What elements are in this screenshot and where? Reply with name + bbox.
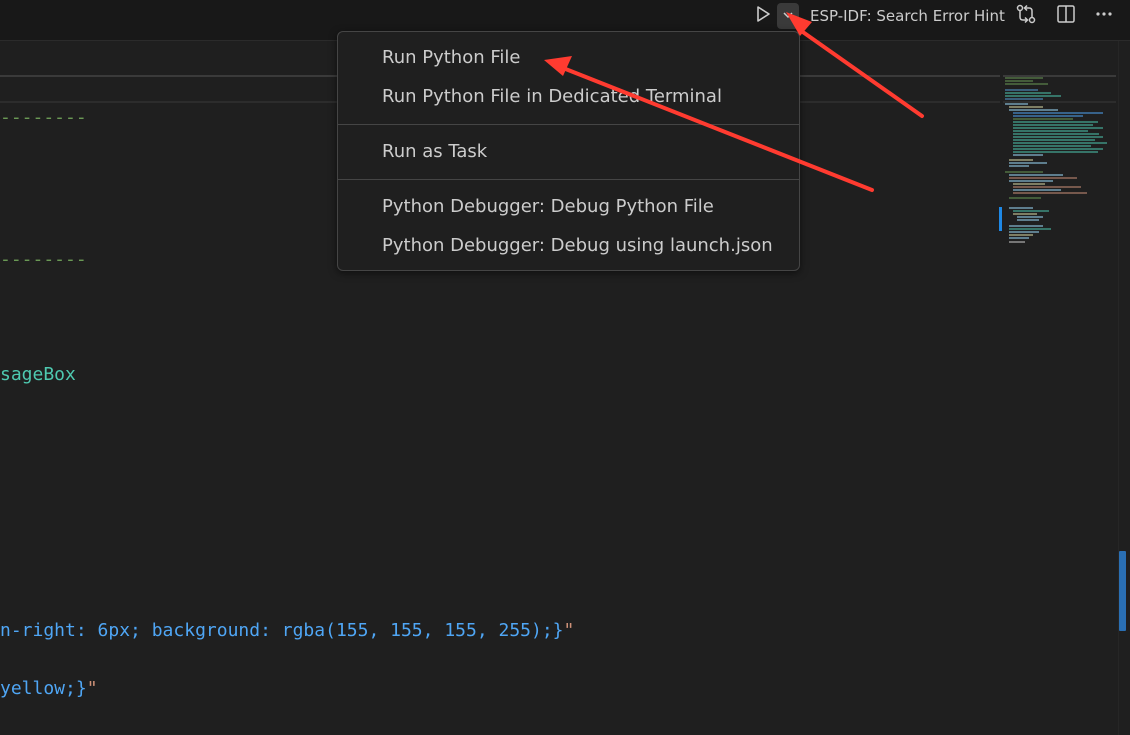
menu-item-run-python-file-dedicated-terminal[interactable]: Run Python File in Dedicated Terminal [382, 83, 722, 111]
menu-item-debug-using-launch-json[interactable]: Python Debugger: Debug using launch.json [382, 232, 773, 260]
code-string: n-right: 6px; background: rgba(155, 155,… [0, 620, 564, 641]
minimap-preview [1005, 77, 1107, 243]
more-actions-button[interactable] [1093, 5, 1115, 27]
menu-separator [338, 179, 799, 180]
code-line-comment-divider: -------- [0, 107, 87, 128]
code-line-comment-divider: -------- [0, 249, 87, 270]
code-quote: " [86, 678, 98, 699]
minimap[interactable] [1003, 74, 1113, 254]
minimap-change-marker [999, 207, 1002, 231]
split-editor-icon [1056, 4, 1076, 28]
vscode-window: ESP-IDF: Search Error Hint -------- ----… [0, 0, 1130, 735]
code-line-messagebox: sageBox [0, 364, 76, 385]
code-string: yellow;} [0, 678, 87, 699]
code-quote: " [563, 620, 575, 641]
compare-changes-button[interactable] [1015, 3, 1037, 29]
menu-item-run-python-file[interactable]: Run Python File [382, 44, 520, 72]
scrollbar-thumb[interactable] [1119, 551, 1126, 631]
run-python-file-button[interactable] [752, 5, 774, 27]
play-icon [754, 5, 772, 27]
menu-item-debug-python-file[interactable]: Python Debugger: Debug Python File [382, 193, 714, 221]
menu-item-run-as-task[interactable]: Run as Task [382, 138, 487, 166]
split-editor-button[interactable] [1055, 5, 1077, 27]
code-line-stylesheet-yellow: yellow;}" [0, 678, 98, 700]
git-compare-icon [1015, 3, 1037, 29]
chevron-down-icon [781, 7, 795, 26]
menu-separator [338, 124, 799, 125]
esp-idf-search-error-hint-button[interactable]: ESP-IDF: Search Error Hint [810, 6, 1005, 26]
more-actions-icon [1094, 4, 1114, 28]
run-options-dropdown-button[interactable] [777, 3, 799, 29]
code-line-stylesheet: n-right: 6px; background: rgba(155, 155,… [0, 620, 574, 642]
run-options-menu: Run Python File Run Python File in Dedic… [337, 31, 800, 271]
